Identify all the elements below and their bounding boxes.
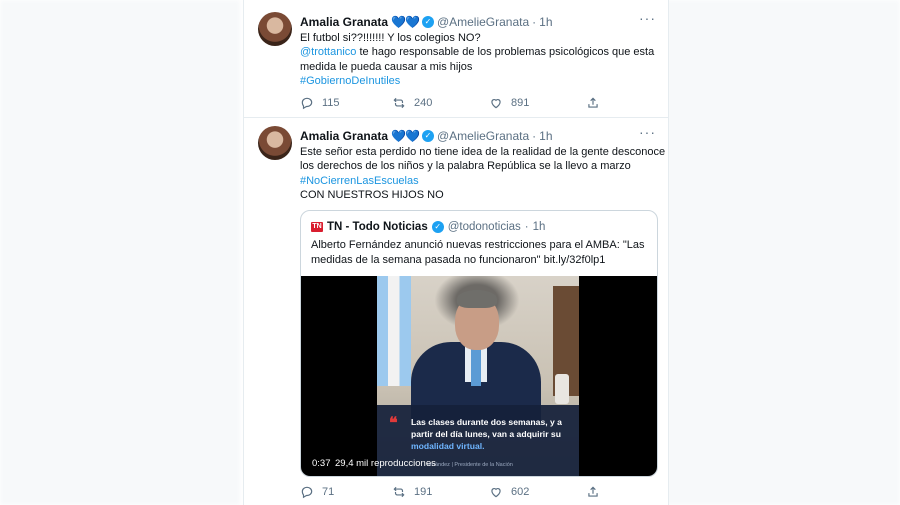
retweet-count: 191 [414,486,433,498]
like-count: 602 [511,486,530,498]
speaker-tie [471,346,481,386]
quoted-tweet-header: TN TN - Todo Noticias ✓ @todonoticias · … [311,221,545,233]
like-icon [491,99,501,109]
share-button[interactable] [586,96,600,110]
tweet[interactable]: Amalia Granata 💙💙 ✓ @AmelieGranata · 1h … [244,0,668,118]
separator-dot: · [524,221,529,233]
avatar[interactable] [258,126,292,160]
reply-button[interactable]: 71 [300,485,392,499]
separator-dot: · [532,15,537,29]
retweet-count: 240 [414,97,433,109]
speaker-hair [457,290,497,308]
quoted-author-name[interactable]: TN - Todo Noticias [327,221,428,233]
author-handle[interactable]: @AmelieGranata [437,15,529,29]
tweet-line: Este señor esta perdido no tiene idea de… [300,146,666,158]
tweet-text: Este señor esta perdido no tiene idea de… [300,145,666,202]
share-button[interactable] [586,485,600,499]
video-player[interactable]: ❝ Las clases durante dos semanas, y a pa… [301,276,657,476]
more-icon[interactable]: ··· [639,10,656,26]
caption-text: Las clases durante dos semanas, y a part… [411,416,579,452]
share-icon [588,97,598,108]
verified-icon: ✓ [421,130,434,142]
quoted-tweet-time[interactable]: 1h [533,221,546,233]
tweet-time[interactable]: 1h [539,15,552,29]
caption-line: partir del día lunes, van a adquirir su [411,429,561,439]
tweet[interactable]: Amalia Granata 💙💙 ✓ @AmelieGranata · 1h … [244,118,668,505]
author-handle[interactable]: @AmelieGranata [437,129,529,143]
video-frame: ❝ Las clases durante dos semanas, y a pa… [377,276,579,476]
quoted-tweet[interactable]: TN TN - Todo Noticias ✓ @todonoticias · … [300,210,658,477]
blue-heart-emoji: 💙💙 [391,129,420,143]
separator-dot: · [532,129,537,143]
caption-credit: ernández | Presidente de la Nación [427,462,513,468]
hashtag-link[interactable]: #GobiernoDeInutiles [300,74,660,88]
video-duration: 0:37 [312,458,331,469]
blurred-background-left [0,0,240,505]
reply-icon [301,486,313,499]
more-icon[interactable]: ··· [639,124,656,140]
like-button[interactable]: 891 [489,96,586,110]
quoted-author-handle[interactable]: @todonoticias [448,221,521,233]
tn-logo-icon: TN [311,222,323,232]
verified-icon: ✓ [431,221,444,233]
author-name[interactable]: Amalia Granata [300,15,388,29]
author-name[interactable]: Amalia Granata [300,129,388,143]
reply-button[interactable]: 115 [300,96,392,110]
tweet-line-text: te hago responsable de los problemas psi… [356,46,655,59]
sanitizer-bottle [555,374,569,404]
caption-line: Las clases durante dos semanas, y a [411,417,562,427]
tweet-header: Amalia Granata 💙💙 ✓ @AmelieGranata · 1h [300,129,553,143]
blue-heart-emoji: 💙💙 [391,15,420,29]
tweet-text: El futbol si??!!!!!!! Y los colegios NO?… [300,31,660,88]
tweet-line: El futbol si??!!!!!!! Y los colegios NO? [300,32,481,44]
tweet-line: los derechos de los niños y la palabra R… [300,160,631,173]
argentina-flag [377,276,411,386]
blurred-background-right [660,0,900,505]
quoted-line: Alberto Fernández anunció nuevas restric… [311,239,645,251]
quoted-tweet-text: Alberto Fernández anunció nuevas restric… [311,238,651,268]
caption-highlight: modalidad virtual. [411,441,485,451]
avatar[interactable] [258,12,292,46]
retweet-icon [393,97,405,109]
retweet-button[interactable]: 191 [392,485,489,499]
tweet-feed: Amalia Granata 💙💙 ✓ @AmelieGranata · 1h … [243,0,669,505]
tweet-time[interactable]: 1h [539,129,552,143]
reply-icon [301,97,313,110]
retweet-icon [393,486,405,498]
tweet-line: @trottanico te hago responsable de los p… [300,45,660,59]
tweet-line: medida le pueda causar a mis hijos [300,60,473,73]
retweet-button[interactable]: 240 [392,96,489,110]
video-views: 29,4 mil reproducciones [335,458,436,469]
like-button[interactable]: 602 [489,485,586,499]
like-count: 891 [511,97,530,109]
quoted-line: medidas de la semana pasada no funcionar… [311,254,606,266]
reply-count: 71 [322,486,335,498]
hashtag-link[interactable]: #NoCierrenLasEscuelas [300,174,660,188]
tweet-actions: 71 191 602 [300,485,620,499]
share-icon [588,486,598,497]
quote-mark-icon: ❝ [389,415,398,432]
mention-link[interactable]: @trottanico [300,46,356,58]
tweet-actions: 115 240 891 [300,96,620,110]
reply-count: 115 [322,97,340,109]
like-icon [491,488,501,498]
tweet-line: CON NUESTROS HIJOS NO [300,188,444,201]
tweet-header: Amalia Granata 💙💙 ✓ @AmelieGranata · 1h [300,15,553,29]
verified-icon: ✓ [421,16,434,28]
